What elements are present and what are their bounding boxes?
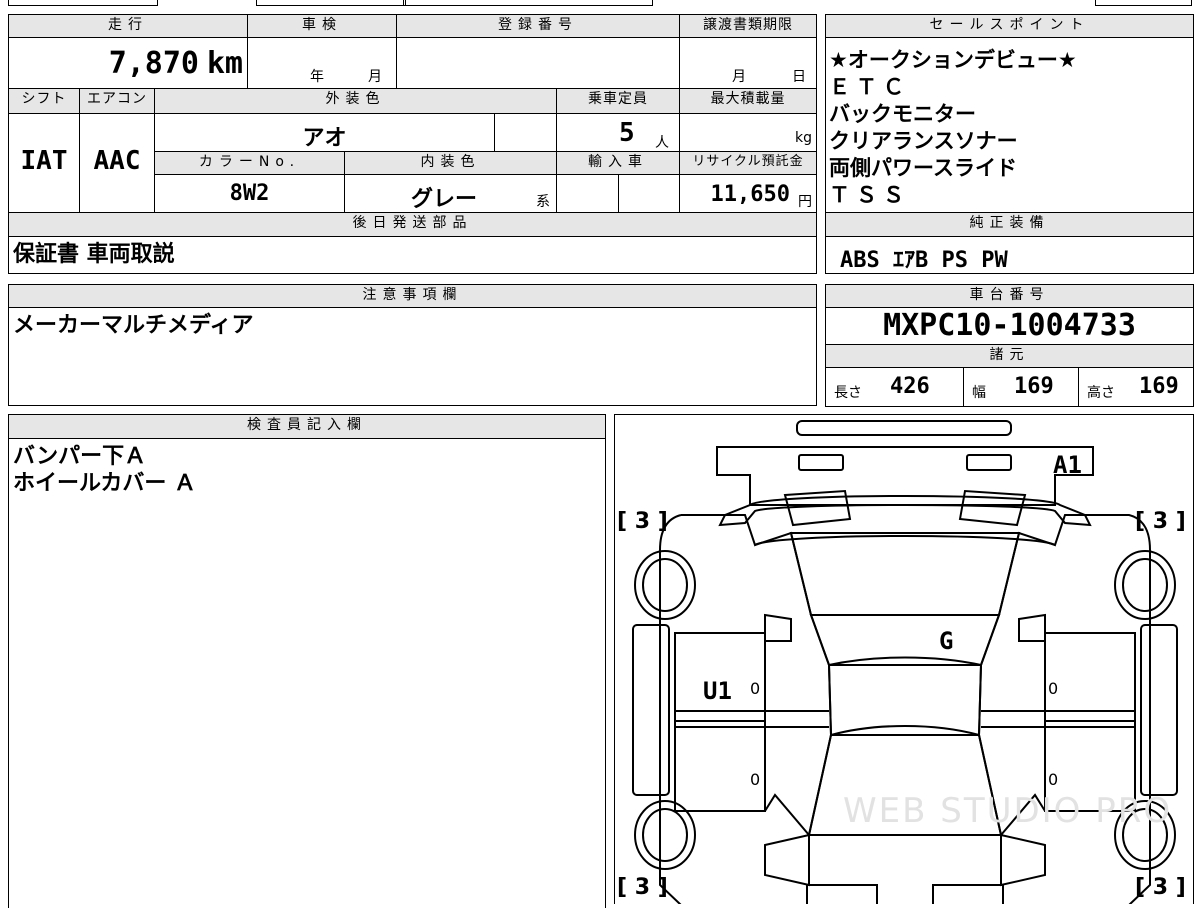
recycle-cell: 11,650 円 (679, 174, 817, 213)
chassis-header: 車台番号 (825, 284, 1194, 308)
import-header: 輸入車 (556, 151, 680, 175)
door-mark-rr: 0 (1048, 770, 1059, 789)
notes-value: メーカーマルチメディア (13, 313, 254, 338)
import-cell-b (618, 174, 680, 213)
ac-cell: AAC (79, 113, 155, 213)
interior-color-cell: グレー 系 (344, 174, 557, 213)
sales-point-item: ＴＳＳ (829, 183, 910, 207)
ac-header: エアコン (79, 88, 155, 114)
shift-header: シフト (8, 88, 80, 114)
sales-point-item: ＥＴＣ (829, 75, 910, 99)
recycle-value: 11,650 (710, 182, 790, 207)
sales-points-list: ★オークションデビュー★ ＥＴＣ バックモニター クリアランスソナー 両側パワー… (829, 47, 1077, 209)
mileage-value: 7,870 (108, 46, 199, 81)
damage-mark-left-door: U1 (703, 677, 732, 705)
width-value: 169 (1014, 374, 1054, 399)
inspector-line: バンパー下Ａ (13, 444, 147, 469)
mileage-unit: km (206, 46, 243, 81)
transfer-day-unit: 日 (792, 69, 806, 85)
tire-value: 3 (1152, 875, 1169, 900)
exterior-color-extra-cell (494, 113, 557, 152)
shift-value: IAT (20, 146, 68, 176)
registration-cell (396, 37, 680, 89)
damage-mark-front-right: A1 (1053, 451, 1082, 479)
registration-header: 登録番号 (396, 14, 680, 38)
dimensions-header: 諸元 (825, 344, 1194, 368)
inspection-cell: 年 月 (247, 37, 397, 89)
color-no-value: 8W2 (229, 181, 270, 206)
sales-point-item: クリアランスソナー (829, 129, 1018, 153)
inspection-header: 車検 (247, 14, 397, 38)
mileage-cell: 7,870 km (8, 37, 248, 89)
import-cell-a (556, 174, 619, 213)
watermark: WEB STUDIO PRO (843, 791, 1173, 831)
equipment-value: ABS ｴｱB PS PW (840, 248, 1008, 273)
recycle-header: リサイクル預託金 (679, 151, 817, 175)
notes-cell: メーカーマルチメディア (8, 307, 817, 406)
chassis-cell: MXPC10-1004733 (825, 307, 1194, 345)
max-load-header: 最大積載量 (679, 88, 817, 114)
height-label: 高さ (1087, 385, 1115, 401)
capacity-header: 乗車定員 (556, 88, 680, 114)
inspector-cell: バンパー下Ａ ホイールカバー Ａ (8, 438, 606, 908)
equipment-cell: ABS ｴｱB PS PW (825, 236, 1194, 274)
sales-point-item: ★オークションデビュー★ (829, 48, 1077, 72)
tire-value: 3 (1152, 509, 1169, 534)
length-value: 426 (890, 374, 930, 399)
max-load-cell: kg (679, 113, 817, 152)
length-cell: 長さ 426 (825, 367, 964, 407)
sales-points-header: セールスポイント (825, 14, 1194, 38)
exterior-color-header: 外装色 (154, 88, 557, 114)
recycle-unit: 円 (798, 194, 812, 210)
height-value: 169 (1139, 374, 1179, 399)
equipment-header: 純正装備 (825, 212, 1194, 237)
interior-color-value: グレー (411, 187, 478, 212)
sales-point-item: バックモニター (829, 102, 976, 126)
capacity-value: 5 (619, 118, 635, 148)
interior-color-suffix: 系 (536, 194, 550, 210)
sales-point-item: 両側パワースライド (829, 156, 1017, 180)
tire-value: 3 (634, 509, 651, 534)
inspector-header: 検査員記入欄 (8, 414, 606, 439)
notes-header: 注意事項欄 (8, 284, 817, 308)
inspection-month-unit: 月 (368, 69, 382, 85)
transfer-deadline-header: 譲渡書類期限 (679, 14, 817, 38)
chassis-value: MXPC10-1004733 (883, 308, 1136, 343)
capacity-unit: 人 (655, 135, 669, 151)
shift-cell: IAT (8, 113, 80, 213)
tire-mark-rear-left: [ 3 ] (617, 875, 668, 900)
later-parts-value: 保証書 車両取説 (13, 242, 175, 267)
mileage-header: 走行 (8, 14, 248, 38)
exterior-color-value: アオ (302, 126, 347, 151)
transfer-deadline-cell: 月 日 (679, 37, 817, 89)
height-cell: 高さ 169 (1078, 367, 1194, 407)
color-no-cell: 8W2 (154, 174, 345, 213)
tire-mark-front-left: [ 3 ] (617, 509, 668, 534)
later-parts-cell: 保証書 車両取説 (8, 236, 817, 274)
car-damage-diagram: A1 G U1 0 0 0 0 [ 3 ] [ 3 ] [ 3 ] [ 3 ] … (614, 414, 1194, 904)
color-no-header: カラーNo. (154, 151, 345, 175)
later-parts-header: 後日発送部品 (8, 212, 817, 237)
door-mark-fl: 0 (750, 679, 761, 698)
door-mark-rl: 0 (750, 770, 761, 789)
sales-points-cell: ★オークションデビュー★ ＥＴＣ バックモニター クリアランスソナー 両側パワー… (825, 37, 1194, 213)
inspection-year-unit: 年 (310, 69, 324, 85)
exterior-color-cell: アオ (154, 113, 495, 152)
damage-mark-roof: G (939, 627, 954, 655)
interior-color-header: 内装色 (344, 151, 557, 175)
tire-mark-front-right: [ 3 ] (1135, 509, 1186, 534)
ac-value: AAC (93, 146, 141, 176)
capacity-cell: 5 人 (556, 113, 680, 152)
length-label: 長さ (834, 385, 862, 401)
max-load-unit: kg (795, 130, 812, 146)
top-cutoff-strip (8, 0, 1192, 6)
width-label: 幅 (972, 385, 986, 401)
door-mark-fr: 0 (1048, 679, 1059, 698)
inspector-line: ホイールカバー Ａ (13, 471, 196, 496)
transfer-month-unit: 月 (732, 69, 746, 85)
width-cell: 幅 169 (963, 367, 1079, 407)
tire-mark-rear-right: [ 3 ] (1135, 875, 1186, 900)
tire-value: 3 (634, 875, 651, 900)
